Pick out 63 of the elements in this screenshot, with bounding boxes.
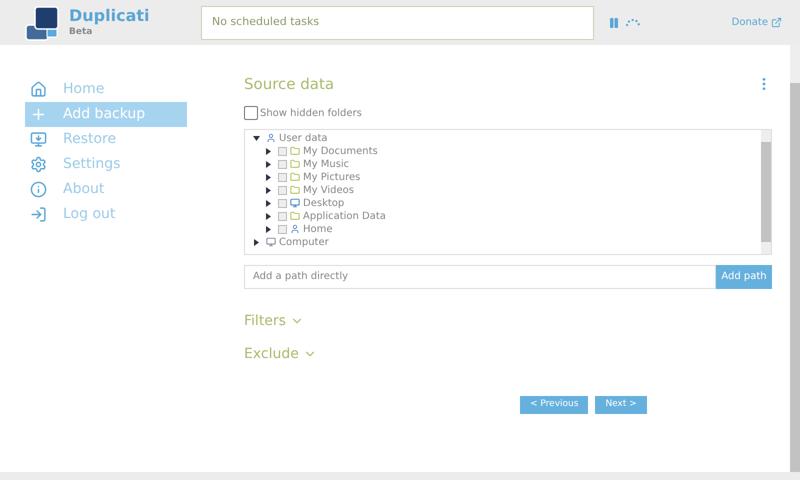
tree-item[interactable]: Home [303,222,333,236]
section-title: Source data [244,74,334,95]
folder-icon [290,172,300,182]
collapsed-arrow-icon[interactable] [253,238,260,246]
collapsed-arrow-icon[interactable] [265,200,272,206]
login-icon [30,206,47,223]
sidebar-item[interactable]: Log out [25,202,187,227]
add-path-button[interactable]: Add path [716,264,772,288]
tree-checkbox[interactable] [278,146,287,156]
sidebar-item[interactable]: Settings [25,152,187,177]
monitor-icon [30,131,47,148]
collapsed-arrow-icon[interactable] [265,226,272,232]
folder-icon [290,159,300,169]
previous-button[interactable]: < Previous [520,396,588,414]
collapsed-arrow-icon[interactable] [265,148,272,154]
collapsed-arrow-icon[interactable] [265,174,272,180]
tree-item[interactable]: My Documents [303,144,378,158]
tree-checkbox[interactable] [278,224,287,234]
tree-checkbox[interactable] [278,160,287,168]
tree-checkbox[interactable] [278,172,287,182]
app-name: Duplicati [69,6,151,26]
monitor-icon [290,198,300,208]
tree-item[interactable]: Computer [279,236,329,248]
path-input-field[interactable]: Add a path directly [244,264,716,288]
tree-item[interactable]: My Videos [303,184,354,196]
plus-icon [30,106,47,123]
donate-link[interactable]: Donate [732,15,768,30]
external-link-icon [771,17,782,28]
section-toggle[interactable]: Filters [244,310,772,332]
status-box: No scheduled tasks [201,6,594,40]
edition-label: Beta [69,26,94,39]
collapsed-arrow-icon[interactable] [265,212,272,220]
tree-item[interactable]: Application Data [303,210,386,222]
user-icon [290,224,300,234]
logo-icon [25,4,59,40]
folder-icon [290,185,300,195]
folder-icon [290,211,300,221]
tree-item[interactable]: User data [279,132,328,144]
sidebar-item[interactable]: About [25,177,187,202]
computer-icon [266,237,276,247]
checkbox[interactable] [244,106,258,120]
pause-icon[interactable] [608,16,620,28]
tree-checkbox[interactable] [278,186,287,194]
info-icon [30,181,47,198]
sidebar-item[interactable]: Restore [25,127,187,152]
gear-icon [30,156,47,173]
section-toggle[interactable]: Exclude [244,344,772,364]
tree-checkbox[interactable] [278,212,287,220]
tree-checkbox[interactable] [278,198,287,208]
sidebar-item[interactable]: Add backup [25,102,187,127]
sidebar-item[interactable]: Home [25,77,187,102]
home-icon [30,81,47,98]
user-icon [266,133,276,143]
expanded-arrow-icon[interactable] [253,134,260,142]
throttle-icon[interactable] [625,18,641,26]
next-button[interactable]: Next > [595,396,647,414]
collapsed-arrow-icon[interactable] [265,160,272,168]
tree-item[interactable]: My Music [303,158,350,170]
tree-item[interactable]: Desktop [303,196,344,210]
checkbox-label: Show hidden folders [260,106,362,120]
collapsed-arrow-icon[interactable] [265,186,272,194]
folder-icon [290,146,300,156]
tree-item[interactable]: My Pictures [303,170,360,184]
